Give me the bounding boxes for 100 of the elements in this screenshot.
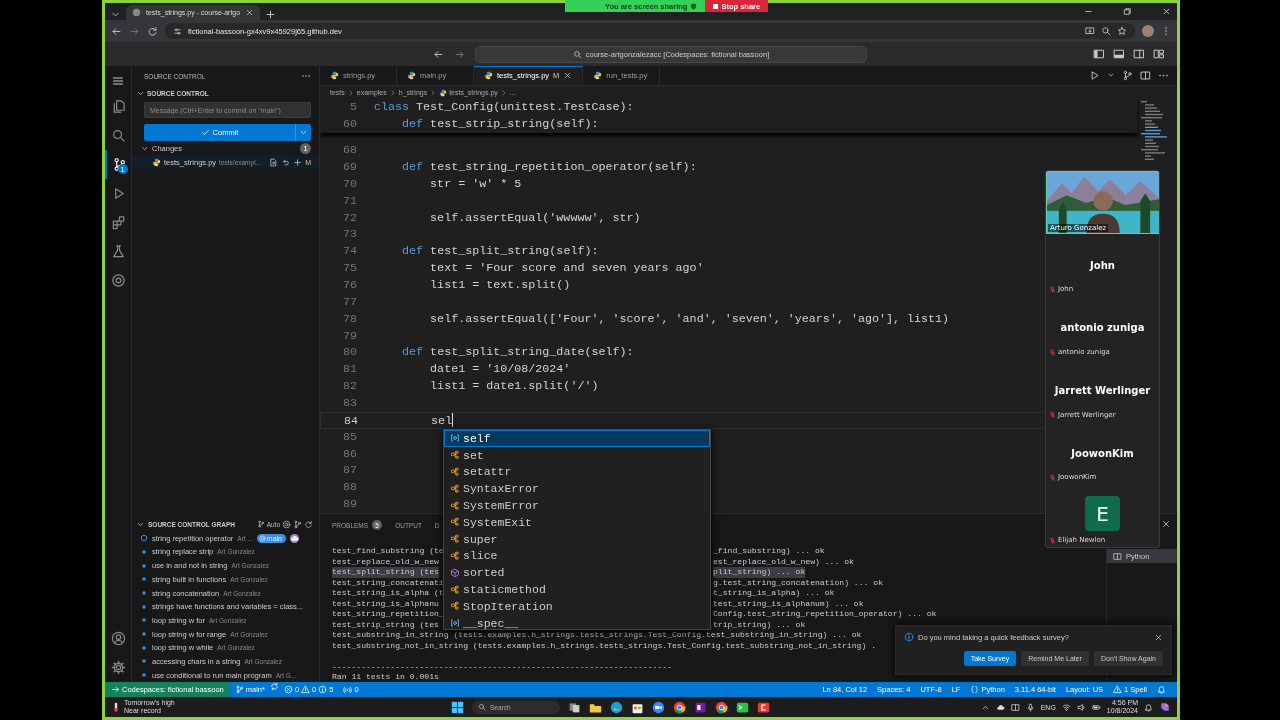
close-icon[interactable] [1154, 632, 1163, 642]
notification-icon[interactable] [1144, 702, 1153, 712]
suggestion-item[interactable]: super [444, 530, 710, 548]
profile-avatar[interactable] [1142, 25, 1154, 37]
braces-icon [970, 685, 980, 694]
close-icon[interactable] [245, 8, 255, 17]
suggestion-item[interactable]: SystemError [444, 497, 710, 514]
code-line: def test_string_repetition_operator(self): [401, 158, 697, 176]
check-icon [200, 128, 210, 137]
suggestion-item[interactable]: sorted [444, 564, 710, 582]
line-number: 88 [341, 479, 357, 497]
task-view-icon[interactable] [568, 700, 581, 714]
back-icon[interactable] [111, 25, 122, 37]
new-tab-icon[interactable] [265, 9, 277, 20]
warning-icon [1113, 685, 1123, 694]
settings-icon[interactable] [110, 660, 126, 675]
install-icon[interactable] [1085, 26, 1095, 36]
terminal-icon [1113, 551, 1122, 561]
battery-icon[interactable] [1091, 702, 1101, 712]
search-icon [478, 703, 486, 711]
fetch-icon[interactable] [293, 519, 302, 529]
suggestion-item[interactable]: __spec__ [444, 614, 710, 632]
participant-title: JoowonKim [1069, 447, 1135, 459]
flask-icon[interactable] [110, 244, 126, 259]
suggestion-item[interactable]: SyntaxError [444, 480, 710, 498]
customize-layout-icon[interactable] [1153, 48, 1165, 60]
file-icon [593, 70, 603, 80]
suggestion-item[interactable]: SystemExit [444, 514, 710, 531]
start-icon[interactable] [451, 700, 464, 714]
search-icon[interactable] [110, 128, 126, 143]
output-line: _find_substring) ... ok [713, 546, 825, 557]
extensions-icon[interactable] [110, 215, 126, 230]
line-number: 84 [342, 412, 358, 428]
notebook-icon[interactable] [694, 700, 707, 714]
back-icon[interactable] [433, 48, 444, 60]
speaker-icon[interactable] [1076, 702, 1086, 712]
cloud-icon[interactable] [995, 702, 1005, 712]
suggestion-item[interactable]: set [444, 446, 710, 464]
line-number: 86 [341, 445, 357, 463]
line-number: 72 [341, 209, 357, 227]
suggestion-item[interactable]: self [444, 430, 710, 447]
star-icon[interactable] [1117, 26, 1127, 36]
line-number: 75 [341, 260, 357, 277]
code-line: list1 = text.split() [429, 276, 571, 294]
forward-icon[interactable] [129, 25, 140, 37]
branch-icon[interactable] [256, 520, 265, 529]
suggestion-item[interactable]: setattr [444, 463, 710, 481]
file-icon [152, 157, 161, 167]
close-icon[interactable] [563, 71, 573, 81]
file-icon [407, 70, 416, 80]
video-call-icon[interactable] [652, 700, 665, 714]
app-icon[interactable] [757, 700, 770, 714]
thermometer-icon [111, 702, 121, 712]
assistant-icon[interactable] [1159, 701, 1171, 713]
swirl-icon[interactable] [610, 700, 623, 714]
sync-icon[interactable] [269, 682, 279, 691]
output-line: t_string_is_alpha) ... ok [713, 588, 835, 599]
target-icon[interactable] [282, 519, 291, 529]
suggestion-item[interactable]: StopIteration [444, 597, 710, 615]
globe-icon [132, 8, 141, 17]
text-cursor [452, 413, 454, 428]
forward-icon[interactable] [454, 48, 465, 60]
suggestion-item[interactable]: staticmethod [444, 581, 710, 598]
shield-icon [690, 2, 698, 10]
toggle-sidebar-icon[interactable] [1093, 48, 1105, 60]
output-line: test_string_concatenati [332, 577, 444, 588]
wifi-icon[interactable] [1061, 702, 1071, 712]
compare-icon[interactable] [1122, 69, 1133, 81]
mic-icon[interactable] [1025, 702, 1035, 712]
account-icon[interactable] [110, 631, 126, 646]
restore-icon[interactable] [1123, 7, 1132, 16]
close-panel-icon[interactable] [1161, 519, 1171, 529]
class-icon [450, 584, 460, 595]
line-number: 79 [341, 327, 357, 345]
browser-icon[interactable] [673, 700, 686, 714]
class-icon [450, 550, 460, 561]
toggle-panel-icon[interactable] [1113, 48, 1125, 60]
site-info-icon[interactable] [173, 26, 182, 36]
line-number: 5 [349, 99, 357, 117]
menu-icon[interactable] [112, 75, 124, 87]
terminal-icon[interactable] [736, 700, 749, 714]
split-editor-icon[interactable] [1140, 69, 1151, 81]
reload-icon[interactable] [147, 25, 158, 37]
class-icon [450, 483, 460, 494]
line-number: 78 [341, 310, 357, 328]
refresh-icon[interactable] [304, 519, 313, 529]
ring-icon[interactable] [110, 273, 126, 288]
zoom-icon[interactable] [1101, 26, 1111, 36]
close-icon[interactable] [1162, 7, 1171, 16]
run-icon[interactable] [1089, 69, 1100, 81]
code-line: str = 'w' * 5 [429, 175, 522, 193]
suggestion-item[interactable]: slice [444, 547, 710, 565]
browser-icon[interactable] [715, 700, 728, 714]
toggle-secondary-icon[interactable] [1133, 48, 1145, 60]
discard-icon[interactable] [281, 157, 291, 167]
stage-icon[interactable] [293, 157, 303, 167]
caret-icon [299, 128, 308, 137]
screen-icon[interactable] [1010, 702, 1020, 712]
open-file-icon[interactable] [269, 157, 279, 167]
class-icon [450, 601, 460, 612]
